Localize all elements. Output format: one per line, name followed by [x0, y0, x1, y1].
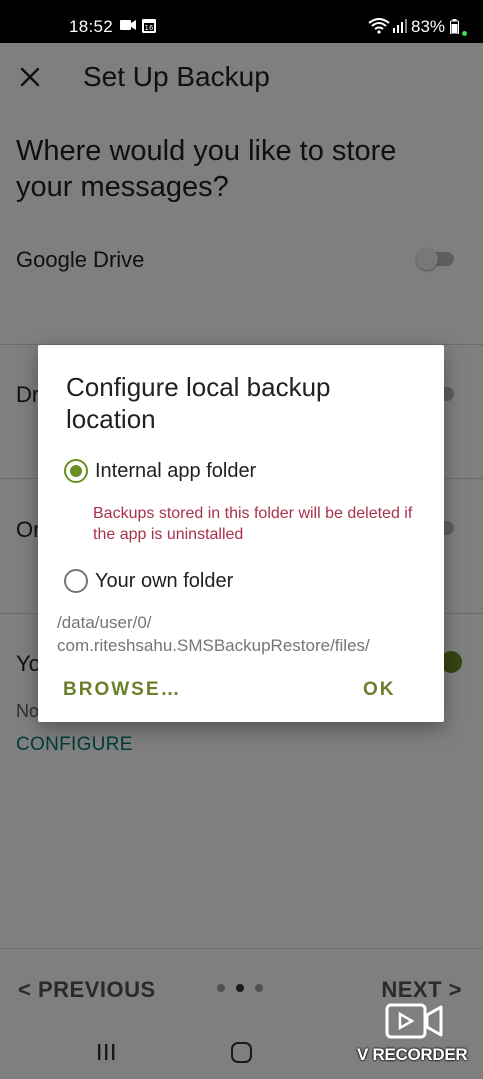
status-bar: 18:52 16 83% [0, 0, 483, 43]
internal-folder-label[interactable]: Internal app folder [95, 460, 256, 483]
video-recorder-icon [385, 1003, 445, 1039]
configure-location-dialog: Configure local backup location Internal… [38, 345, 444, 722]
battery-icon [450, 19, 459, 39]
wifi-icon [368, 18, 390, 39]
video-camera-icon [120, 18, 136, 37]
internal-folder-radio[interactable] [64, 459, 88, 483]
battery-percent: 83% [411, 17, 446, 36]
watermark-text: V RECORDER [357, 1045, 468, 1064]
signal-icon [392, 18, 408, 39]
folder-path: /data/user/0/ com.riteshsahu.SMSBackupRe… [57, 613, 370, 655]
calendar-icon: 16 [142, 18, 156, 38]
browse-button[interactable]: BROWSE… [63, 679, 182, 701]
privacy-indicator [462, 31, 467, 36]
status-time: 18:52 [69, 17, 114, 36]
uninstall-warning: Backups stored in this folder will be de… [93, 505, 413, 543]
recorder-watermark: V RECORDER [357, 1003, 472, 1069]
dialog-title: Configure local backup location [66, 372, 331, 434]
own-folder-radio[interactable] [64, 569, 88, 593]
svg-text:16: 16 [145, 24, 154, 32]
ok-button[interactable]: OK [363, 679, 396, 701]
own-folder-label[interactable]: Your own folder [95, 570, 233, 593]
